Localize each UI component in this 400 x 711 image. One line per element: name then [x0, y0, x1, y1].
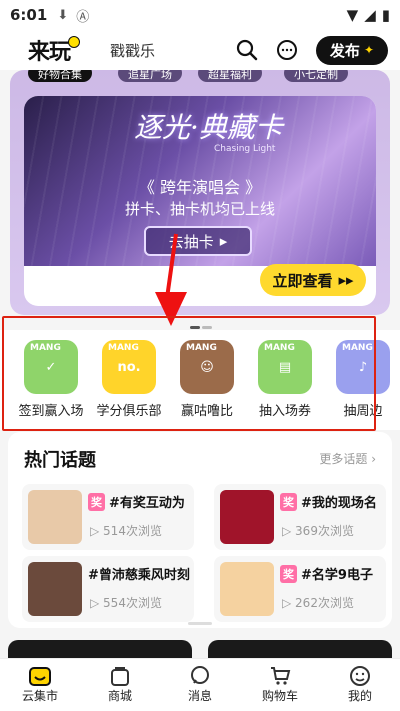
topic-views: 369次浏览 [295, 524, 354, 538]
topic-title: #名学9电子 [301, 568, 373, 583]
view-now-button[interactable]: 立即查看 ▸▸ [260, 264, 366, 296]
award-badge: 奖 [280, 564, 297, 583]
download-icon: ⬇ [57, 7, 69, 23]
nav-mall[interactable]: 商城 [80, 659, 160, 711]
chevron-right-icon: › [371, 452, 376, 466]
banner-line1: 《 跨年演唱会 》 [138, 178, 262, 197]
pill-goods[interactable]: 好物合集 [28, 70, 92, 82]
topic-views: 514次浏览 [103, 524, 162, 538]
view-now-label: 立即查看 [272, 271, 333, 290]
tab-chuochuole[interactable]: 戳戳乐 [110, 40, 155, 61]
annotation-highlight-box [2, 316, 376, 431]
logo-badge [68, 36, 81, 48]
app-logo: 来玩 [28, 34, 81, 66]
pill-custom[interactable]: 小七定制 [284, 70, 348, 82]
store-icon [28, 665, 52, 687]
search-icon[interactable] [236, 39, 258, 61]
draw-card-button[interactable]: 去抽卡 ▸ [144, 226, 252, 256]
play-icon: ▷ [282, 596, 296, 610]
topic-title: #曾沛慈乘风时刻 [88, 568, 190, 583]
cart-icon [268, 665, 292, 687]
app-header: 来玩 戳戳乐 发布 ✦ [0, 30, 400, 70]
battery-icon: ▮ [381, 6, 390, 24]
topic-title: #有奖互动为 [109, 496, 185, 511]
publish-label: 发布 [329, 41, 360, 60]
feed-cards-peek [8, 640, 392, 660]
notification-a-icon: Ⓐ [76, 9, 90, 25]
topic-thumbnail [220, 562, 274, 616]
topic-views: 262次浏览 [295, 596, 354, 610]
banner-section: 逐光·典藏卡 Chasing Light 《 跨年演唱会 》 拼卡、抽卡机均已上… [10, 70, 390, 315]
profile-icon [348, 665, 372, 687]
topic-thumbnail [28, 490, 82, 544]
topic-views: 554次浏览 [103, 596, 162, 610]
wifi-icon: ▼ [346, 6, 359, 24]
play-icon: ▷ [90, 596, 104, 610]
topic-card[interactable]: 奖 #有奖互动为 ▷ 514次浏览 [22, 484, 194, 550]
play-icon: ▸ [219, 232, 228, 250]
more-topics-label: 更多话题 [319, 452, 368, 466]
nav-market[interactable]: 云集市 [0, 659, 80, 711]
hot-topics-section: 热门话题 更多话题 › 奖 #有奖互动为 ▷ 514次浏览 奖 #我的现场名 ▷ 3… [8, 432, 392, 628]
double-arrow-icon: ▸▸ [338, 271, 354, 289]
award-badge: 奖 [88, 492, 105, 511]
nav-label: 商城 [107, 689, 132, 703]
nav-profile[interactable]: 我的 [320, 659, 400, 711]
topic-title: #我的现场名 [301, 496, 377, 511]
nav-label: 消息 [187, 689, 212, 703]
nav-messages[interactable]: 消息 [160, 659, 240, 711]
hot-topics-title: 热门话题 [24, 450, 96, 471]
sparkle-icon: ✦ [363, 43, 374, 57]
play-icon: ▷ [90, 524, 104, 538]
banner-title: 逐光·典藏卡 [134, 111, 283, 144]
play-icon: ▷ [282, 524, 296, 538]
topic-card[interactable]: #曾沛慈乘风时刻 ▷ 554次浏览 [22, 556, 194, 622]
bag-icon [108, 665, 132, 687]
banner-line2: 拼卡、抽卡机均已上线 [124, 200, 275, 218]
publish-button[interactable]: 发布 ✦ [315, 35, 388, 65]
more-topics-link[interactable]: 更多话题 › [319, 450, 376, 467]
chat-icon[interactable] [276, 39, 298, 61]
topic-card[interactable]: 奖 #名学9电子 ▷ 262次浏览 [214, 556, 386, 622]
message-icon [188, 665, 212, 687]
pill-star-benefits[interactable]: 超星福利 [198, 70, 262, 82]
pill-fan-square[interactable]: 追星广场 [118, 70, 182, 82]
banner-subtitle: Chasing Light [214, 144, 276, 154]
banner-card[interactable]: 逐光·典藏卡 Chasing Light 《 跨年演唱会 》 拼卡、抽卡机均已上… [24, 96, 376, 306]
status-bar: 6:01 ⬇ Ⓐ ▼ ◢ ▮ [0, 0, 400, 30]
logo-text: 来玩 [28, 40, 71, 65]
nav-label: 我的 [347, 689, 372, 703]
top-category-row: 好物合集 追星广场 超星福利 小七定制 [10, 70, 390, 86]
topics-scroll-indicator [188, 622, 212, 625]
nav-label: 购物车 [261, 689, 298, 703]
status-time: 6:01 [10, 6, 48, 24]
nav-label: 云集市 [21, 689, 58, 703]
topic-thumbnail [220, 490, 274, 544]
topic-thumbnail [28, 562, 82, 616]
bottom-nav: 云集市 商城 消息 购物车 我的 [0, 658, 400, 711]
award-badge: 奖 [280, 492, 297, 511]
topic-card[interactable]: 奖 #我的现场名 ▷ 369次浏览 [214, 484, 386, 550]
nav-cart[interactable]: 购物车 [240, 659, 320, 711]
signal-icon: ◢ [364, 6, 376, 24]
